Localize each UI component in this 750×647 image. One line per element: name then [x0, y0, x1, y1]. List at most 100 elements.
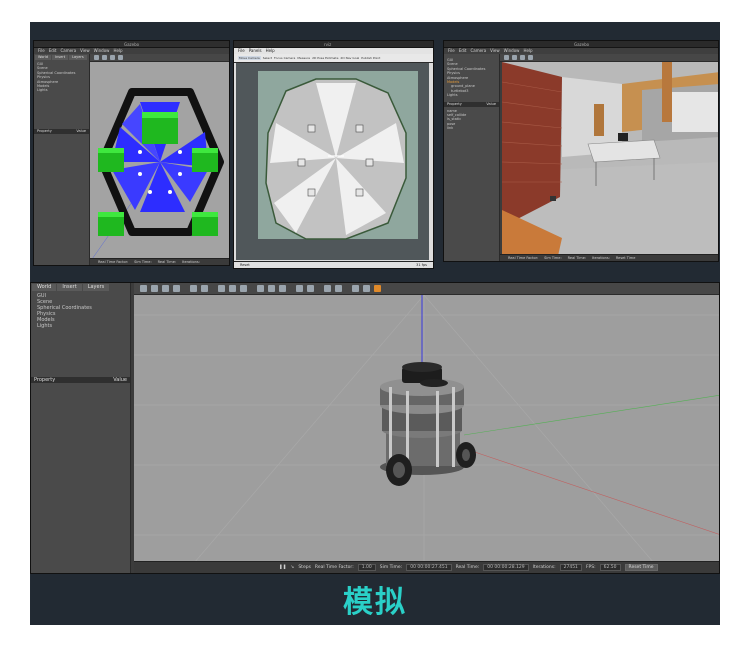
rotate-tool-icon[interactable]: [110, 55, 115, 60]
tree-item-lights[interactable]: Lights: [37, 88, 86, 92]
tab-world[interactable]: World: [32, 284, 57, 291]
caption-text: 模拟: [343, 585, 407, 620]
undo-icon[interactable]: [190, 285, 197, 292]
left-panel: GUI Scene Spherical Coordinates Physics …: [444, 54, 500, 261]
property-col: Property: [37, 128, 52, 133]
rviz-window: rviz File Panels Help Move Camera Select…: [233, 40, 434, 269]
turtlebot-model: [380, 362, 476, 486]
viewport-toolbar: [134, 283, 719, 295]
house-viewport[interactable]: [502, 62, 718, 254]
title-bar: Gazebo: [34, 41, 229, 48]
panel-tabs: World Insert Layers: [31, 283, 130, 291]
tree-item-lights[interactable]: Lights: [37, 323, 127, 329]
snap-icon[interactable]: [335, 285, 342, 292]
gazebo-window-model: Gazebo File Edit Camera View Window Help…: [33, 40, 230, 266]
turtlebot-scene: [134, 295, 719, 561]
menu-file[interactable]: File: [238, 48, 245, 54]
sim-time-label: Sim Time:: [134, 260, 152, 264]
align-icon[interactable]: [324, 285, 331, 292]
status-bar: Real Time Factor: Sim Time: Real Time: I…: [500, 254, 718, 261]
tool-select[interactable]: Select: [263, 56, 272, 60]
model-viewport[interactable]: [90, 62, 229, 258]
tree-item-lights[interactable]: Lights: [447, 93, 496, 97]
property-header: Property Value: [34, 128, 89, 134]
tool-measure[interactable]: Measure: [297, 56, 310, 60]
menu-panels[interactable]: Panels: [249, 48, 262, 54]
map-viewport[interactable]: [236, 63, 429, 260]
iterations-label: Iterations:: [532, 565, 556, 570]
log-icon[interactable]: [363, 285, 370, 292]
panel-tabs: World Insert Layers: [34, 54, 89, 60]
select-tool-icon[interactable]: [140, 285, 147, 292]
viewport-toolbar: [90, 54, 229, 62]
record-icon[interactable]: [374, 285, 381, 292]
value-col: Value: [76, 128, 86, 133]
real-time-label: Real Time:: [567, 256, 587, 260]
rviz-toolbar: Move Camera Select Focus Camera Measure …: [234, 54, 433, 63]
scale-tool-icon[interactable]: [173, 285, 180, 292]
left-panel: World Insert Layers GUI Scene Spherical …: [34, 54, 90, 265]
iterations-value: 27451: [559, 564, 582, 571]
real-time-label: Real Time:: [455, 565, 480, 570]
tool-focus-camera[interactable]: Focus Camera: [274, 56, 295, 60]
tab-layers[interactable]: Layers: [82, 284, 110, 291]
fps-value: 62.50: [599, 564, 621, 571]
tab-world[interactable]: World: [35, 55, 52, 60]
step-icon[interactable]: ↘: [291, 565, 295, 570]
paste-icon[interactable]: [307, 285, 314, 292]
tool-publish-point[interactable]: Publish Point: [361, 56, 380, 60]
translate-tool-icon[interactable]: [151, 285, 158, 292]
fps-label: 31 fps: [416, 263, 427, 267]
steps-label: Steps: [298, 565, 311, 570]
translate-tool-icon[interactable]: [512, 55, 517, 60]
tool-pose-estimate[interactable]: 2D Pose Estimate: [312, 56, 338, 60]
reset-time-button[interactable]: Reset Time: [624, 564, 658, 571]
sim-time-value: 00 00:00:27.451: [406, 564, 452, 571]
robot-icon: [550, 196, 556, 201]
rotate-tool-icon[interactable]: [520, 55, 525, 60]
gazebo-window-turtlebot: World Insert Layers GUI Scene Spherical …: [30, 282, 720, 574]
reset-button[interactable]: Reset: [240, 263, 250, 267]
iterations-label: Iterations:: [182, 260, 200, 264]
window-title: Gazebo: [574, 42, 590, 47]
menu-help[interactable]: Help: [266, 48, 275, 54]
world-tree: GUI Scene Spherical Coordinates Physics …: [31, 291, 130, 331]
redo-icon[interactable]: [201, 285, 208, 292]
screenshot-icon[interactable]: [352, 285, 359, 292]
y-axis: [463, 395, 719, 436]
translate-tool-icon[interactable]: [102, 55, 107, 60]
tab-insert[interactable]: Insert: [52, 55, 69, 60]
fps-label: FPS:: [585, 565, 596, 570]
rtf-value: 1.00: [357, 564, 376, 571]
world-tree: GUI Scene Spherical Coordinates Physics …: [444, 54, 499, 100]
pause-icon[interactable]: ❚❚: [279, 565, 287, 570]
hexagon-model: [92, 88, 224, 258]
sphere-shape-icon[interactable]: [229, 285, 236, 292]
copy-icon[interactable]: [296, 285, 303, 292]
table-object: [618, 133, 628, 141]
turtlebot-viewport[interactable]: [134, 295, 719, 561]
scale-tool-icon[interactable]: [528, 55, 533, 60]
point-light-icon[interactable]: [257, 285, 264, 292]
sim-time-label: Sim Time:: [379, 565, 403, 570]
rtf-label: Real Time Factor:: [314, 565, 354, 570]
tool-move-camera[interactable]: Move Camera: [238, 56, 261, 60]
reset-time-button[interactable]: Reset Time: [616, 256, 635, 260]
tab-insert[interactable]: Insert: [57, 284, 82, 291]
box-shape-icon[interactable]: [218, 285, 225, 292]
select-tool-icon[interactable]: [94, 55, 99, 60]
tab-layers[interactable]: Layers: [69, 55, 87, 60]
select-tool-icon[interactable]: [504, 55, 509, 60]
viewport-toolbar: [500, 54, 718, 62]
real-time-value: 00 00:00:28.129: [483, 564, 529, 571]
rviz-status-bar: Reset 31 fps: [234, 261, 433, 268]
status-bar: ❚❚ ↘ Steps Real Time Factor: 1.00 Sim Ti…: [134, 561, 719, 573]
cylinder-shape-icon[interactable]: [240, 285, 247, 292]
spot-light-icon[interactable]: [268, 285, 275, 292]
rotate-tool-icon[interactable]: [162, 285, 169, 292]
tool-nav-goal[interactable]: 2D Nav Goal: [340, 56, 359, 60]
directional-light-icon[interactable]: [279, 285, 286, 292]
property-header: Property Value: [31, 377, 130, 383]
value-col: Value: [486, 101, 496, 106]
scale-tool-icon[interactable]: [118, 55, 123, 60]
